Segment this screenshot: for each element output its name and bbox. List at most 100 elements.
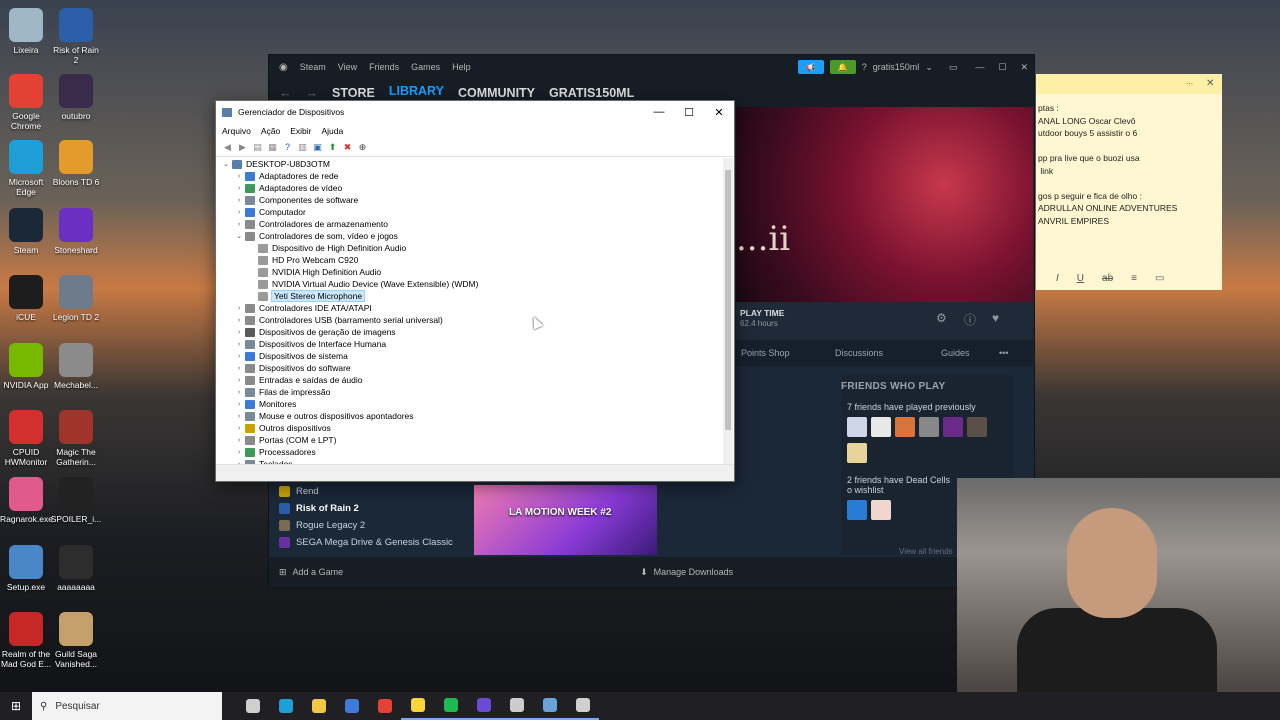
strikethrough-button[interactable]: ab (1102, 273, 1113, 284)
settings-gear-icon[interactable]: ⚙ (936, 311, 947, 325)
steam-icon[interactable] (533, 692, 566, 720)
desktop-icon[interactable]: Stoneshard (50, 208, 102, 255)
device-category[interactable]: › Dispositivos do software (216, 362, 724, 374)
expand-arrow-icon[interactable]: › (233, 437, 245, 444)
device-category[interactable]: › Portas (COM e LPT) (216, 434, 724, 446)
friend-avatar[interactable] (967, 417, 987, 437)
minimize-icon[interactable]: — (975, 62, 984, 72)
desktop-icon[interactable]: NVIDIA App (0, 343, 52, 390)
collapse-arrow-icon[interactable]: ⌄ (233, 232, 245, 240)
notification-bell-icon[interactable]: 🔔 (829, 60, 856, 74)
device-category[interactable]: › Dispositivos de Interface Humana (216, 338, 724, 350)
sticky-notes-icon[interactable] (401, 692, 434, 720)
desktop-icon[interactable]: CPUID HWMonitor (0, 410, 52, 467)
scan-hardware-icon[interactable]: ▣ (312, 142, 323, 153)
device-manager-icon[interactable] (566, 692, 599, 720)
friend-avatar[interactable] (847, 417, 867, 437)
friend-avatar[interactable] (919, 417, 939, 437)
device-category[interactable]: › Outros dispositivos (216, 422, 724, 434)
friend-avatar[interactable] (871, 500, 891, 520)
device-category[interactable]: › Monitores (216, 398, 724, 410)
game-list-item-rend[interactable]: Rend (279, 483, 454, 500)
spotify-icon[interactable] (434, 692, 467, 720)
underline-button[interactable]: U (1077, 273, 1084, 284)
device-manager-window[interactable]: Gerenciador de Dispositivos — ☐ ✕ Arquiv… (215, 100, 735, 482)
steam-menu-view[interactable]: View (338, 62, 357, 72)
expand-arrow-icon[interactable]: › (233, 341, 245, 348)
friend-avatar[interactable] (943, 417, 963, 437)
desktop-icon[interactable]: Magic The Gatherin... (50, 410, 102, 467)
console-tree-icon[interactable]: ▤ (252, 142, 263, 153)
device-category[interactable]: › Dispositivos de sistema (216, 350, 724, 362)
expand-arrow-icon[interactable]: › (233, 425, 245, 432)
steam-menu-friends[interactable]: Friends (369, 62, 399, 72)
stats-icon[interactable] (500, 692, 533, 720)
forward-arrow-icon[interactable]: → (306, 86, 319, 100)
device-category[interactable]: › Adaptadores de rede (216, 170, 724, 182)
steam-menu-steam[interactable]: Steam (300, 62, 326, 72)
device-category[interactable]: › Controladores de armazenamento (216, 218, 724, 230)
close-icon[interactable]: ✕ (704, 106, 734, 119)
device-category[interactable]: ⌄ Controladores de som, vídeo e jogos (216, 230, 724, 242)
device-item[interactable]: Yeti Stereo Microphone (216, 290, 724, 302)
expand-arrow-icon[interactable]: › (233, 401, 245, 408)
minimize-icon[interactable]: — (644, 106, 674, 119)
properties-icon[interactable]: ▦ (267, 142, 278, 153)
expand-arrow-icon[interactable]: › (233, 377, 245, 384)
expand-arrow-icon[interactable]: › (233, 305, 245, 312)
view-icon[interactable]: ▥ (297, 142, 308, 153)
device-category[interactable]: › Entradas e saídas de áudio (216, 374, 724, 386)
desktop-icon[interactable]: Guild Saga Vanished... (50, 612, 102, 669)
friend-avatar[interactable] (895, 417, 915, 437)
desktop-icon[interactable]: Mechabel... (50, 343, 102, 390)
game-list-item-sega-classics[interactable]: SEGA Mega Drive & Genesis Classic (279, 534, 454, 551)
sticky-note-text[interactable]: ptas : ANAL LONG Oscar Clevô utdoor bouys … (1036, 94, 1222, 227)
desktop-icon[interactable]: Lixeira (0, 8, 52, 55)
desktop-icon[interactable]: iCUE (0, 275, 52, 322)
task-view-icon[interactable] (236, 692, 269, 720)
desktop-icon[interactable]: Steam (0, 208, 52, 255)
update-driver-icon[interactable]: ⬆ (327, 142, 338, 153)
info-icon[interactable]: ⓘ (964, 311, 976, 328)
disable-device-icon[interactable]: ⊕ (357, 142, 368, 153)
friend-avatar[interactable] (871, 417, 891, 437)
help-icon[interactable]: ? (862, 62, 867, 72)
steam-user-menu[interactable]: gratis150ml (873, 62, 920, 72)
tree-root[interactable]: ⌄ DESKTOP-U8D3OTM (216, 158, 724, 170)
downloads-icon[interactable]: ⬇ (640, 567, 648, 578)
friend-avatar[interactable] (847, 443, 867, 463)
menu-ajuda[interactable]: Ajuda (321, 126, 343, 136)
desktop-icon[interactable]: Risk of Rain 2 (50, 8, 102, 65)
desktop-icon[interactable]: outubro (50, 74, 102, 121)
maximize-icon[interactable]: ☐ (998, 62, 1006, 73)
nav-store[interactable]: STORE (332, 86, 375, 100)
device-item[interactable]: Dispositivo de High Definition Audio (216, 242, 724, 254)
desktop-icon[interactable]: aaaaaaaa (50, 545, 102, 592)
friend-avatar[interactable] (847, 500, 867, 520)
sticky-close-icon[interactable]: ✕ (1206, 78, 1214, 89)
menu-acao[interactable]: Ação (261, 126, 280, 136)
subnav-more-icon[interactable]: ••• (999, 348, 1008, 358)
desktop-icon[interactable]: Bloons TD 6 (50, 140, 102, 187)
maximize-icon[interactable]: ☐ (674, 106, 704, 119)
device-category[interactable]: › Processadores (216, 446, 724, 458)
uninstall-device-icon[interactable]: ✖ (342, 142, 353, 153)
device-category[interactable]: › Adaptadores de vídeo (216, 182, 724, 194)
big-picture-icon[interactable]: ▭ (949, 62, 958, 73)
expand-arrow-icon[interactable]: › (233, 353, 245, 360)
expand-arrow-icon[interactable]: › (233, 317, 245, 324)
nav-profile[interactable]: GRATIS150ML (549, 86, 634, 100)
device-category[interactable]: › Computador (216, 206, 724, 218)
edge-icon[interactable] (269, 692, 302, 720)
sticky-note-window[interactable]: ... ✕ ptas : ANAL LONG Oscar Clevô utdoor … (1036, 74, 1222, 290)
device-category[interactable]: › Controladores IDE ATA/ATAPI (216, 302, 724, 314)
forward-arrow-icon[interactable]: ▶ (237, 142, 248, 153)
desktop-icon[interactable]: SPOILER_i... (50, 477, 102, 524)
subnav-points-shop[interactable]: Points Shop (741, 348, 835, 358)
game-list-item-rogue-legacy-2[interactable]: Rogue Legacy 2 (279, 517, 454, 534)
manage-downloads-button[interactable]: Manage Downloads (654, 567, 734, 577)
expand-arrow-icon[interactable]: › (233, 185, 245, 192)
nav-community[interactable]: COMMUNITY (458, 86, 535, 100)
desktop-icon[interactable]: Realm of the Mad God E... (0, 612, 52, 669)
desktop-icon[interactable]: Legion TD 2 (50, 275, 102, 322)
